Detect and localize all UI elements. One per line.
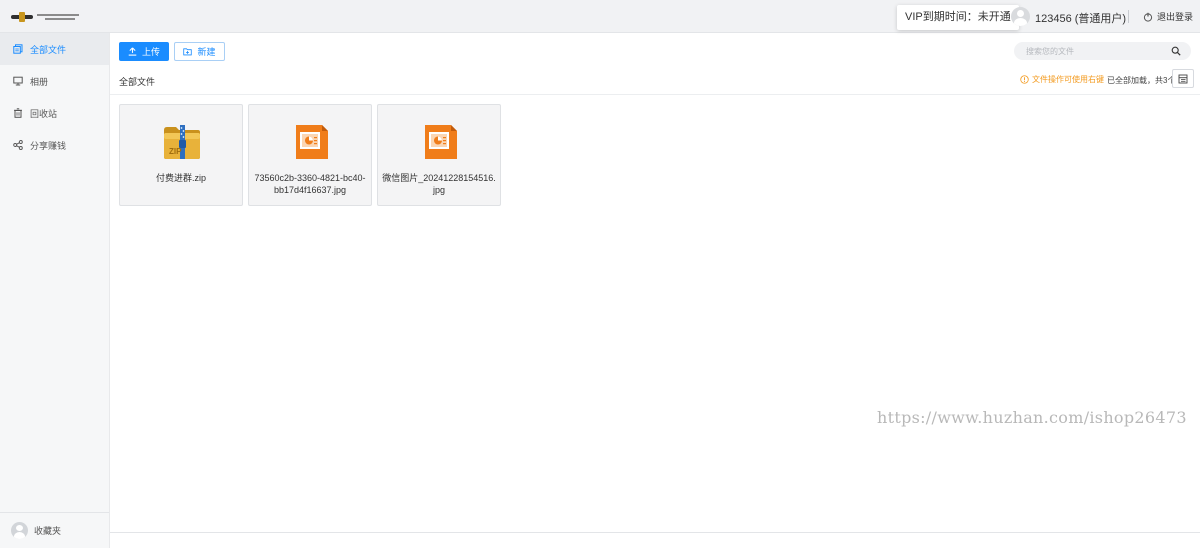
search-box xyxy=(1014,42,1191,60)
divider xyxy=(110,532,1200,533)
monitor-icon xyxy=(13,76,23,86)
share-icon xyxy=(13,140,23,150)
user-avatar[interactable] xyxy=(1011,7,1030,26)
vip-expiry-tooltip: VIP到期时间：未开通 xyxy=(897,5,1019,30)
info-icon xyxy=(1020,75,1029,84)
sidebar-item-label: 全部文件 xyxy=(30,44,67,55)
file-name: 73560c2b-3360-4821-bc40-bb17d4f16637.jpg xyxy=(254,173,366,195)
file-name: 付费进群.zip xyxy=(155,173,206,183)
all-files-icon xyxy=(13,44,23,54)
loaded-status: 已全部加载，共3个 xyxy=(1107,76,1176,85)
sidebar: 全部文件 相册 回收站 分享赚钱 收藏夹 xyxy=(0,33,110,548)
logout-button[interactable]: 退出登录 xyxy=(1143,10,1193,23)
sidebar-item-share-earn[interactable]: 分享赚钱 xyxy=(0,129,109,161)
logo-mark xyxy=(11,12,33,22)
file-tile[interactable]: 73560c2b-3360-4821-bc40-bb17d4f16637.jpg xyxy=(248,104,372,206)
upload-button[interactable]: 上传 xyxy=(119,42,169,61)
logo[interactable] xyxy=(11,9,83,25)
tip-text: 文件操作可使用右键 xyxy=(1032,75,1104,84)
favorites-label: 收藏夹 xyxy=(34,526,62,536)
sidebar-item-label: 回收站 xyxy=(30,108,58,119)
divider xyxy=(110,94,1200,95)
context-menu-tip: 文件操作可使用右键 xyxy=(1020,74,1104,85)
favorites-avatar xyxy=(11,522,28,539)
search-icon[interactable] xyxy=(1171,46,1181,56)
image-file-icon xyxy=(296,125,328,159)
breadcrumb[interactable]: 全部文件 xyxy=(119,75,155,88)
upload-icon xyxy=(128,47,137,56)
upload-label: 上传 xyxy=(141,47,160,57)
svg-text:ZIP: ZIP xyxy=(169,147,182,156)
sidebar-item-album[interactable]: 相册 xyxy=(0,65,109,97)
power-icon xyxy=(1143,12,1153,22)
list-view-icon xyxy=(1178,74,1188,83)
top-bar: VIP到期时间：未开通 123456 (普通用户) 退出登录 xyxy=(0,0,1200,33)
logout-label: 退出登录 xyxy=(1157,12,1194,22)
sidebar-item-recycle-bin[interactable]: 回收站 xyxy=(0,97,109,129)
user-name[interactable]: 123456 (普通用户) xyxy=(1035,10,1126,26)
view-mode-button[interactable] xyxy=(1172,69,1194,88)
search-input[interactable] xyxy=(1026,42,1166,60)
file-tile[interactable]: 微信图片_20241228154516.jpg xyxy=(377,104,501,206)
sidebar-item-label: 分享赚钱 xyxy=(30,140,67,151)
image-file-icon xyxy=(425,125,457,159)
zip-file-icon: ZIP xyxy=(164,125,200,159)
new-button[interactable]: 新建 xyxy=(174,42,225,61)
sidebar-favorites[interactable]: 收藏夹 xyxy=(0,512,109,548)
new-label: 新建 xyxy=(197,47,216,57)
divider xyxy=(1128,10,1129,23)
watermark: https://www.huzhan.com/ishop26473 xyxy=(877,408,1187,427)
logo-text-graphic xyxy=(37,14,79,20)
file-name: 微信图片_20241228154516.jpg xyxy=(382,173,496,195)
sidebar-item-label: 相册 xyxy=(30,76,49,87)
sidebar-item-all-files[interactable]: 全部文件 xyxy=(0,33,109,65)
new-folder-icon xyxy=(183,48,193,56)
trash-icon xyxy=(14,108,22,118)
file-tile[interactable]: ZIP 付费进群.zip xyxy=(119,104,243,206)
